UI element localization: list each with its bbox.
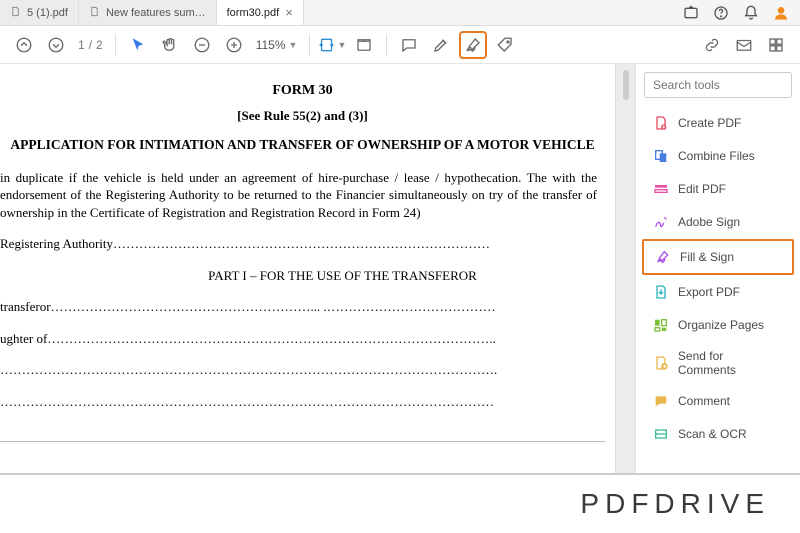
tool-combine[interactable]: Combine Files	[642, 140, 794, 172]
tab-label: form30.pdf	[227, 7, 280, 19]
tool-label: Export PDF	[678, 285, 740, 299]
document-viewport[interactable]: FORM 30 [See Rule 55(2) and (3)] APPLICA…	[0, 64, 615, 473]
tool-label: Create PDF	[678, 116, 741, 130]
page-current: 1	[78, 38, 85, 52]
bell-icon[interactable]	[742, 4, 760, 22]
close-icon[interactable]: ×	[285, 6, 293, 19]
form-title: FORM 30	[0, 82, 605, 101]
tool-organize[interactable]: Organize Pages	[642, 309, 794, 341]
read-mode-icon[interactable]	[350, 31, 378, 59]
tool-export[interactable]: Export PDF	[642, 276, 794, 308]
tool-label: Organize Pages	[678, 318, 764, 332]
line-blank-2: ……………………………………………………………………………………………………	[0, 393, 605, 411]
line-daughter: ughter of……………………………………………………………………………………	[0, 330, 605, 348]
tool-create[interactable]: Create PDF	[642, 107, 794, 139]
scroll-handle[interactable]	[623, 70, 629, 100]
tool-label: Fill & Sign	[680, 250, 734, 264]
tag-icon[interactable]	[491, 31, 519, 59]
tool-label: Edit PDF	[678, 182, 726, 196]
toolbar: 1 / 2 115% ▼ ▼	[0, 26, 800, 64]
page-total: 2	[96, 38, 103, 52]
avatar-icon[interactable]	[772, 4, 790, 22]
line-blank-1: …………………………………………………………………………………………………….	[0, 361, 605, 379]
form-subtitle: [See Rule 55(2) and (3)]	[0, 107, 605, 125]
brand-watermark: PDFDRIVE	[580, 488, 770, 520]
zoom-value: 115%	[256, 38, 286, 52]
page-indicator[interactable]: 1 / 2	[74, 38, 107, 52]
share-icon[interactable]	[682, 4, 700, 22]
form-paragraph: in duplicate if the vehicle is held unde…	[0, 169, 605, 222]
tool-edit[interactable]: Edit PDF	[642, 173, 794, 205]
create-icon	[652, 114, 670, 132]
form-heading: APPLICATION FOR INTIMATION AND TRANSFER …	[10, 136, 595, 154]
footer: PDFDRIVE	[0, 473, 800, 533]
scan-icon	[652, 425, 670, 443]
select-tool-icon[interactable]	[124, 31, 152, 59]
tool-fillsign[interactable]: Fill & Sign	[642, 239, 794, 275]
help-icon[interactable]	[712, 4, 730, 22]
fillsign-icon	[654, 248, 672, 266]
export-icon	[652, 283, 670, 301]
page-divider	[0, 441, 605, 442]
edit-icon	[652, 180, 670, 198]
highlight-icon[interactable]	[427, 31, 455, 59]
tools-panel: Create PDF Combine Files Edit PDF Adobe Sig…	[635, 64, 800, 473]
part-heading: PART I – FOR THE USE OF THE TRANSFEROR	[80, 267, 605, 285]
tool-label: Scan & OCR	[678, 427, 747, 441]
tool-label: Comment	[678, 394, 730, 408]
mail-icon[interactable]	[730, 31, 758, 59]
fit-width-icon[interactable]: ▼	[318, 31, 346, 59]
sign-icon[interactable]	[459, 31, 487, 59]
scroll-rail[interactable]	[615, 64, 635, 473]
tab-bar: 5 (1).pdf New features sum… form30.pdf ×	[0, 0, 800, 26]
send-icon	[652, 354, 670, 372]
comment-icon	[652, 392, 670, 410]
tab-file-2[interactable]: New features sum…	[79, 0, 217, 25]
tool-send[interactable]: Send for Comments	[642, 342, 794, 384]
tab-label: New features sum…	[106, 7, 206, 19]
comment-icon[interactable]	[395, 31, 423, 59]
up-arrow-icon[interactable]	[10, 31, 38, 59]
pdf-page: FORM 30 [See Rule 55(2) and (3)] APPLICA…	[0, 64, 615, 442]
search-tools-input[interactable]	[644, 72, 792, 98]
tool-label: Send for Comments	[678, 349, 784, 377]
tool-label: Adobe Sign	[678, 215, 740, 229]
page-sep: /	[89, 38, 92, 52]
tab-file-1[interactable]: 5 (1).pdf	[0, 0, 79, 25]
line-transferor: transferor……………………………………………………... .………………	[0, 298, 605, 316]
pdf-icon	[89, 6, 100, 20]
hand-tool-icon[interactable]	[156, 31, 184, 59]
tab-file-3[interactable]: form30.pdf ×	[217, 0, 304, 25]
tool-label: Combine Files	[678, 149, 755, 163]
chevron-down-icon: ▼	[289, 40, 298, 50]
tab-label: 5 (1).pdf	[27, 7, 68, 19]
pdf-icon	[10, 6, 21, 20]
zoom-dropdown[interactable]: 115% ▼	[252, 38, 302, 52]
combine-icon	[652, 147, 670, 165]
link-icon[interactable]	[698, 31, 726, 59]
line-registering-authority: Registering Authority……………………………………………………	[0, 235, 605, 253]
organize-icon	[652, 316, 670, 334]
tool-comment[interactable]: Comment	[642, 385, 794, 417]
tool-adobesign[interactable]: Adobe Sign	[642, 206, 794, 238]
zoom-out-icon[interactable]	[188, 31, 216, 59]
main-area: FORM 30 [See Rule 55(2) and (3)] APPLICA…	[0, 64, 800, 473]
tool-scan[interactable]: Scan & OCR	[642, 418, 794, 450]
adobesign-icon	[652, 213, 670, 231]
down-arrow-icon[interactable]	[42, 31, 70, 59]
zoom-in-icon[interactable]	[220, 31, 248, 59]
fullscreen-icon[interactable]	[762, 31, 790, 59]
